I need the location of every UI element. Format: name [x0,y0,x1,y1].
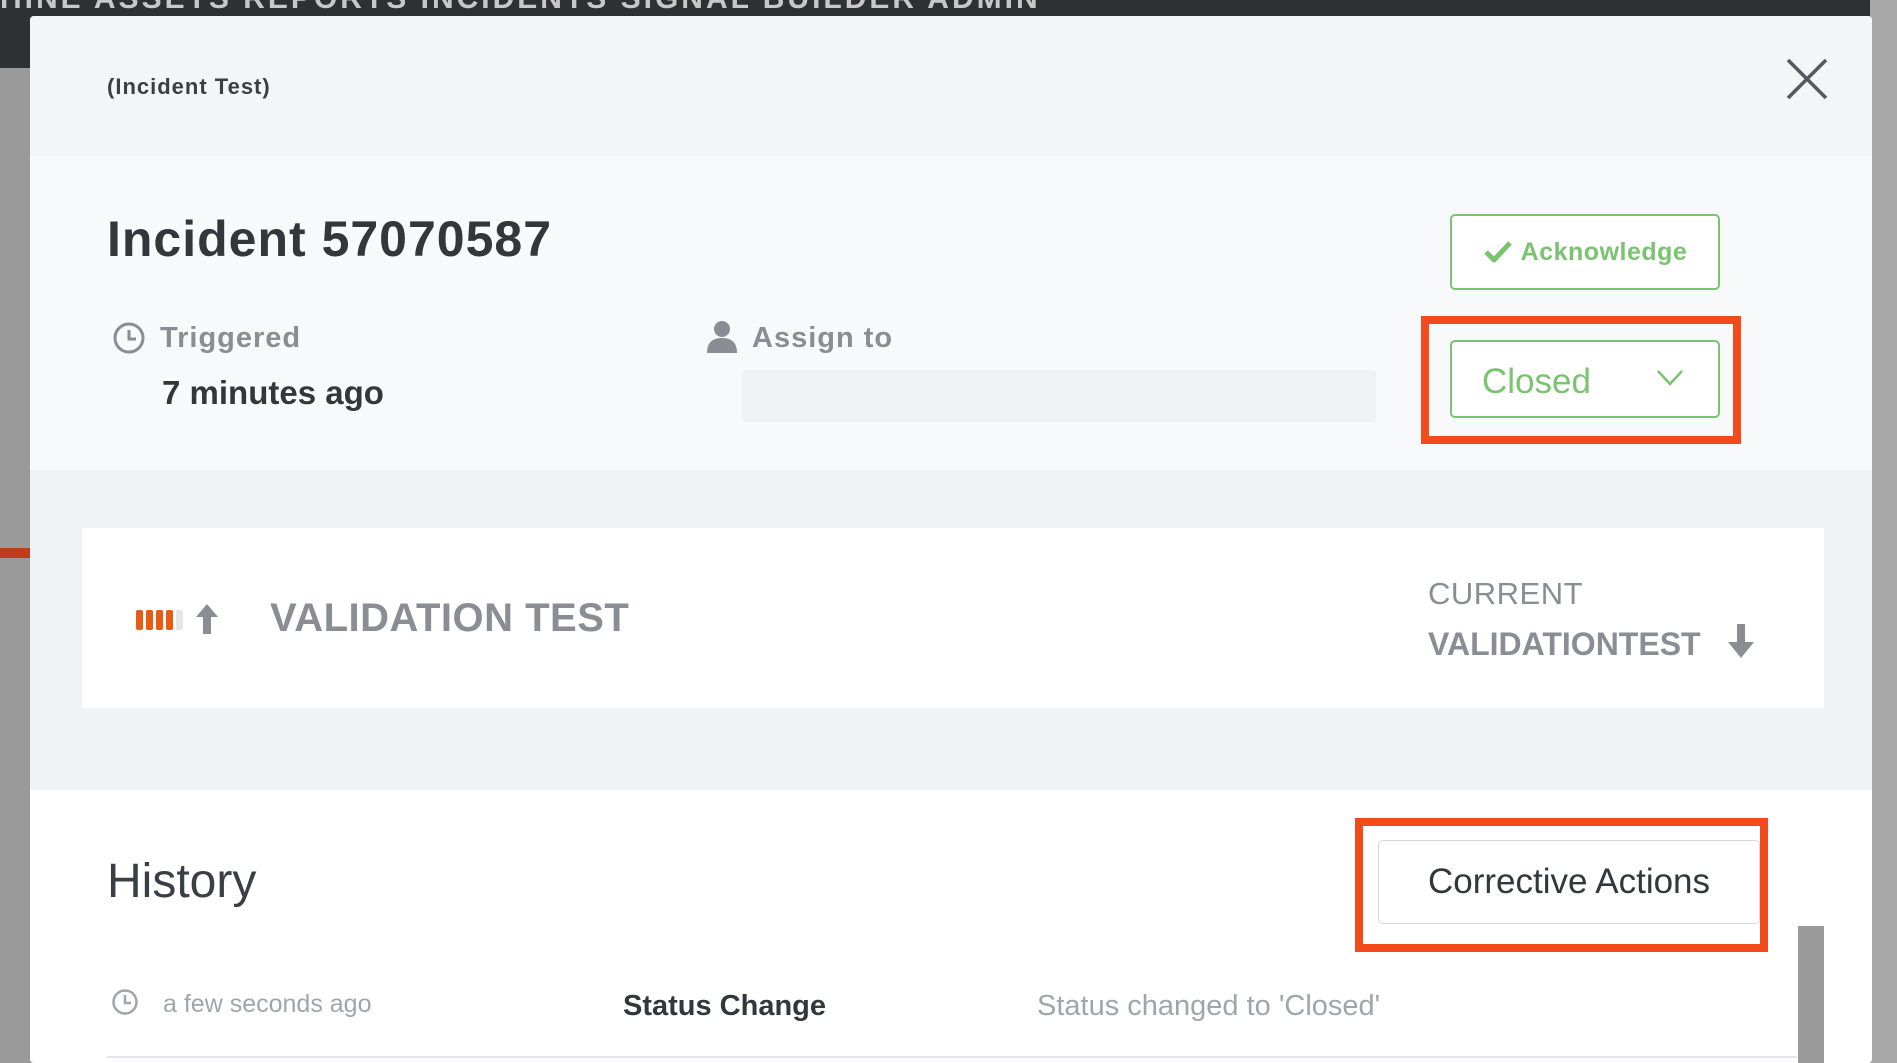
history-title: History [107,855,257,908]
arrow-down-icon [1728,624,1754,658]
triggered-time: 7 minutes ago [162,374,384,411]
top-nav-text[interactable]: HINE ASSETS REPORTS INCIDENTS SIGNAL BUI… [0,0,1041,16]
arrow-up-icon [196,604,218,634]
current-value: VALIDATIONTEST [1428,626,1701,662]
status-dropdown[interactable]: Closed [1450,340,1720,418]
current-label: CURRENT [1428,576,1584,611]
triggered-label: Triggered [160,322,302,354]
history-row-detail: Status changed to 'Closed' [1037,990,1381,1022]
corrective-actions-button[interactable]: Corrective Actions [1378,840,1760,924]
severity-bar [146,610,153,630]
history-row-time: a few seconds ago [163,990,372,1018]
clock-icon [112,989,138,1015]
severity-bar [176,610,183,630]
signal-card: VALIDATION TEST CURRENT VALIDATIONTEST [82,528,1824,708]
severity-bar [136,610,143,630]
modal-header: (Incident Test) [30,16,1872,156]
assign-to-label: Assign to [752,322,894,354]
incident-summary-panel: Incident 57070587 Triggered 7 minutes ag… [30,156,1872,470]
history-section: History Corrective Actions a few seconds… [30,790,1872,1063]
incident-modal: (Incident Test) Incident 57070587 Trigge… [30,16,1872,1063]
left-accent-bar [0,548,30,558]
history-row: a few seconds ago Status Change Status c… [107,976,1797,1058]
modal-scrollbar-thumb[interactable] [1798,926,1824,1063]
severity-bars-icon [136,610,183,630]
clock-icon [113,322,145,354]
status-value: Closed [1482,362,1591,401]
signal-name: VALIDATION TEST [270,596,630,640]
check-icon [1483,241,1512,263]
signal-section: VALIDATION TEST CURRENT VALIDATIONTEST [30,470,1872,790]
user-icon [707,321,737,353]
history-row-type: Status Change [623,990,827,1022]
assign-to-input[interactable] [742,370,1376,422]
acknowledge-button[interactable]: Acknowledge [1450,214,1720,290]
close-icon[interactable] [1782,54,1832,104]
incident-title: Incident 57070587 [107,211,553,267]
severity-bar [166,610,173,630]
modal-subtitle: (Incident Test) [107,74,271,99]
severity-bar [156,610,163,630]
page-scrollbar[interactable] [1870,0,1897,1063]
chevron-down-icon [1657,370,1683,386]
acknowledge-label: Acknowledge [1520,237,1688,266]
